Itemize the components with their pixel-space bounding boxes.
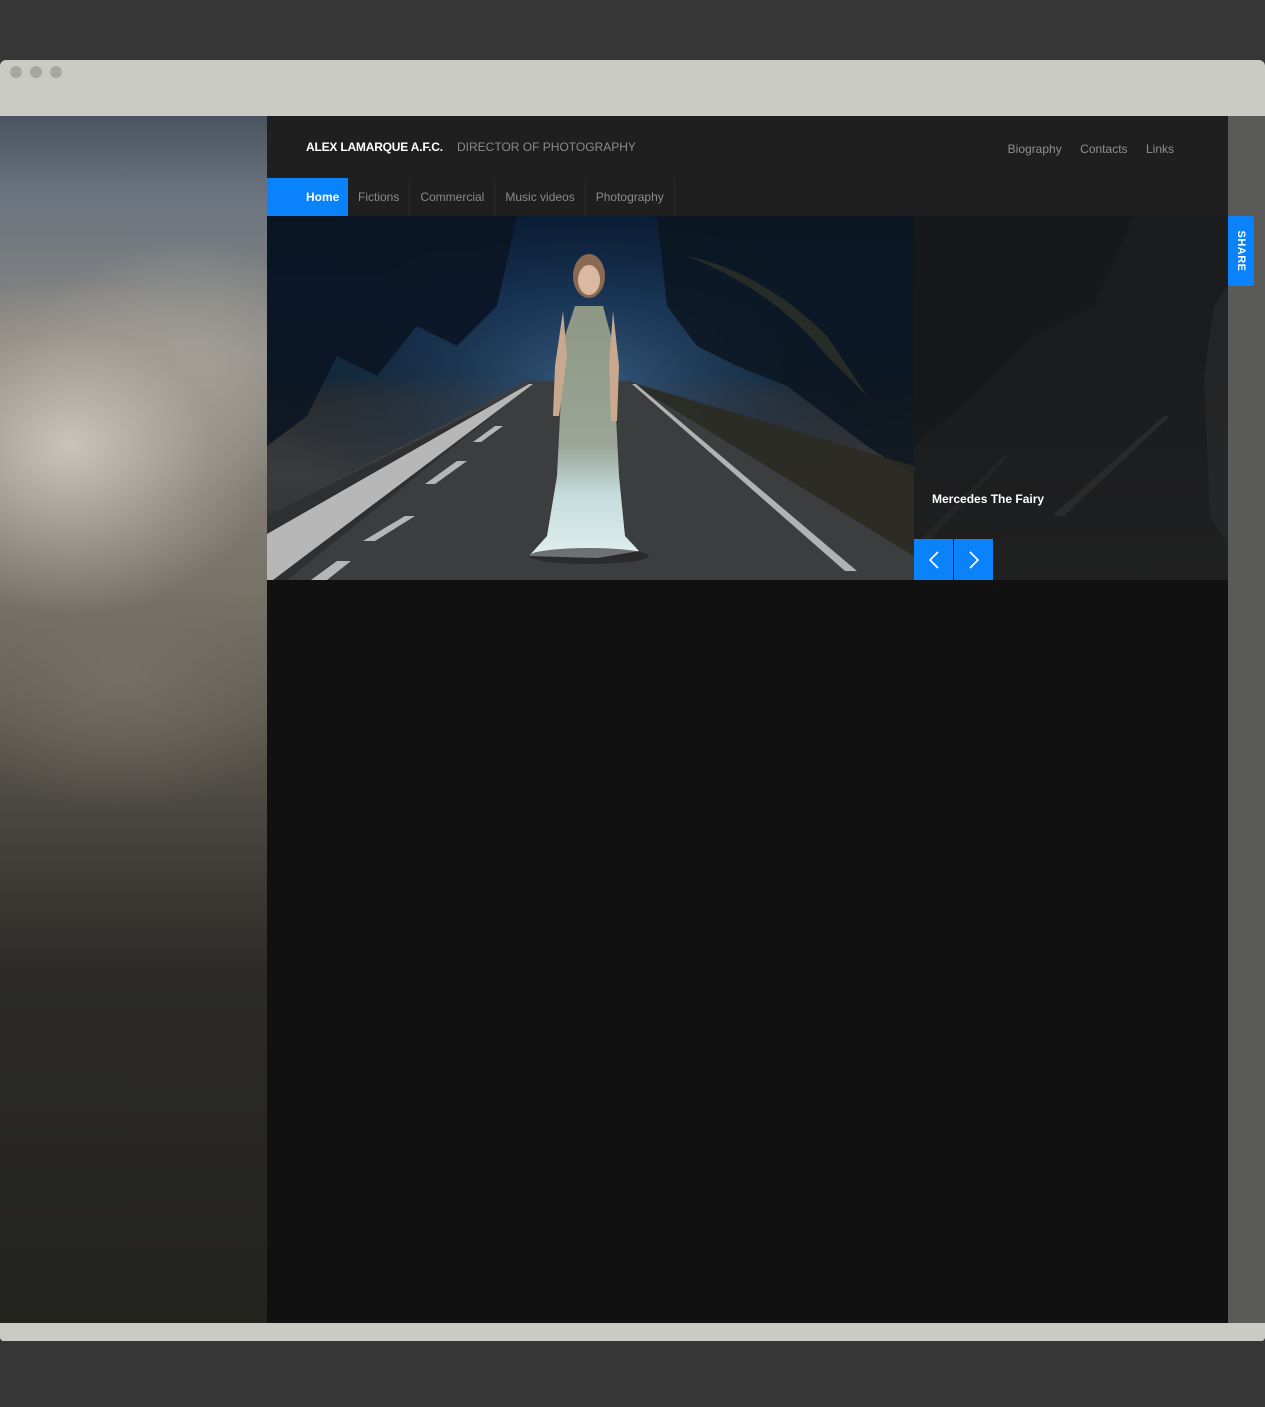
- top-links: Biography Contacts Links: [994, 140, 1174, 158]
- share-label: SHARE: [1235, 230, 1247, 272]
- top-link-links[interactable]: Links: [1146, 142, 1174, 156]
- slide-caption: Mercedes The Fairy: [932, 492, 1045, 506]
- window-close-button[interactable]: [10, 66, 22, 78]
- main-nav: Home Fictions Commercial Music videos Ph…: [267, 178, 675, 216]
- site-container: ALEX LAMARQUE A.F.C. DIRECTOR OF PHOTOGR…: [267, 116, 1228, 1323]
- top-link-contacts[interactable]: Contacts: [1080, 142, 1127, 156]
- site-subtitle: DIRECTOR OF PHOTOGRAPHY: [457, 140, 636, 154]
- window-maximize-button[interactable]: [50, 66, 62, 78]
- slider-next-button[interactable]: [954, 539, 993, 580]
- slider-prev-button[interactable]: [914, 539, 953, 580]
- top-link-biography[interactable]: Biography: [1008, 142, 1062, 156]
- browser-viewport: ALEX LAMARQUE A.F.C. DIRECTOR OF PHOTOGR…: [0, 116, 1265, 1323]
- chevron-right-icon: [968, 550, 979, 569]
- window-minimize-button[interactable]: [30, 66, 42, 78]
- share-button[interactable]: SHARE: [1228, 216, 1254, 286]
- browser-statusbar: [0, 1323, 1265, 1341]
- site-name[interactable]: ALEX LAMARQUE A.F.C.: [306, 140, 443, 154]
- right-gutter: [1228, 116, 1265, 1323]
- nav-item-music-videos[interactable]: Music videos: [495, 178, 586, 216]
- slide-image-woman-on-road[interactable]: [267, 216, 914, 580]
- nav-item-home[interactable]: Home: [267, 178, 348, 216]
- slide-illustration: [267, 216, 914, 580]
- nav-item-photography[interactable]: Photography: [586, 178, 675, 216]
- site-header: ALEX LAMARQUE A.F.C. DIRECTOR OF PHOTOGR…: [267, 116, 1228, 216]
- browser-window: ALEX LAMARQUE A.F.C. DIRECTOR OF PHOTOGR…: [0, 60, 1265, 1341]
- nav-item-fictions[interactable]: Fictions: [348, 178, 411, 216]
- image-slider: Mercedes The Fairy: [267, 216, 1228, 580]
- nav-item-commercial[interactable]: Commercial: [410, 178, 496, 216]
- cloudy-sky-background: [0, 116, 267, 1323]
- next-slide-overlay: [914, 216, 1228, 580]
- chevron-left-icon: [928, 550, 939, 569]
- browser-titlebar: [0, 60, 1265, 116]
- next-slide-preview[interactable]: Mercedes The Fairy: [914, 216, 1228, 580]
